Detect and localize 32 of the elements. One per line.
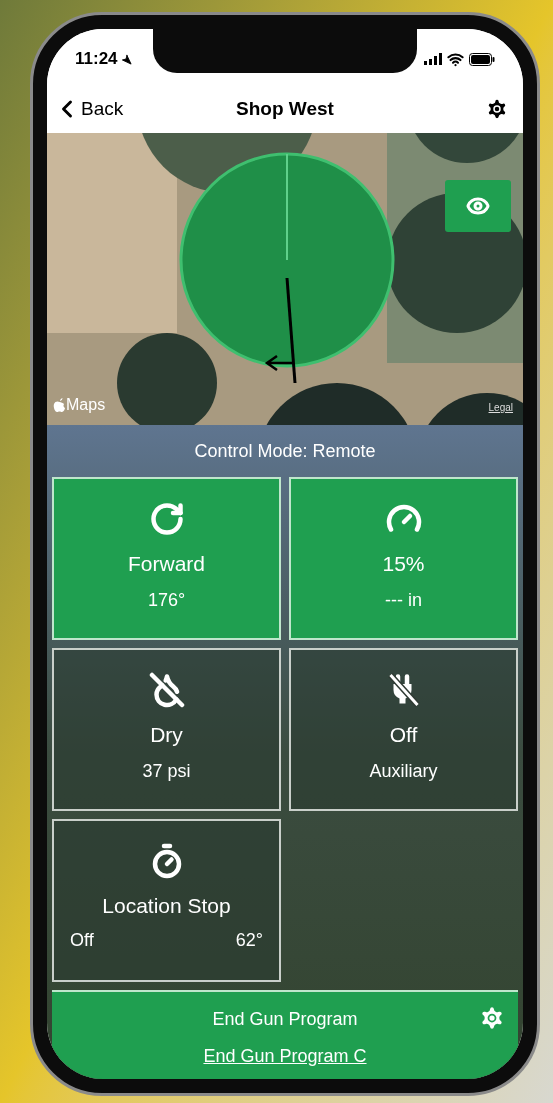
page-title: Shop West [236,96,334,121]
back-button[interactable]: Back [53,94,143,124]
tile-value: --- in [385,589,422,612]
tile-reading: 62° [235,929,263,952]
tile-label: Dry [150,722,183,748]
eye-button[interactable] [445,180,511,232]
settings-icon [485,97,509,121]
status-time: 11:24 [75,48,118,71]
wifi-icon [447,50,464,68]
control-mode-label: Control Mode: Remote [194,439,376,463]
end-gun-title: End Gun Program [212,1008,358,1031]
tile-value: Auxiliary [369,760,438,783]
status-tile[interactable]: Off Auxiliary [289,648,518,811]
tile-value: 37 psi [142,760,191,783]
status-tile[interactable]: Location Stop Off 62° [52,819,281,982]
tile-label: Location Stop [102,893,231,919]
status-tile[interactable]: Dry 37 psi [52,648,281,811]
tile-label: Forward [128,551,205,577]
droplet-off-icon [148,672,185,708]
legal-link[interactable]: Legal [488,400,513,415]
rotate-arrow-icon [148,501,185,537]
tile-value: 176° [147,589,186,612]
tile-value: Off [70,929,94,952]
map-attribution: Maps [66,395,106,415]
end-gun-program: End Gun Program C [203,1045,367,1068]
location-arrow-icon [120,53,132,65]
battery-icon [469,52,495,66]
settings-button[interactable] [485,97,509,121]
signal-icon [424,53,442,65]
tile-label: 15% [382,551,425,577]
logo-icon [53,397,66,413]
tile-label: Off [389,722,418,748]
